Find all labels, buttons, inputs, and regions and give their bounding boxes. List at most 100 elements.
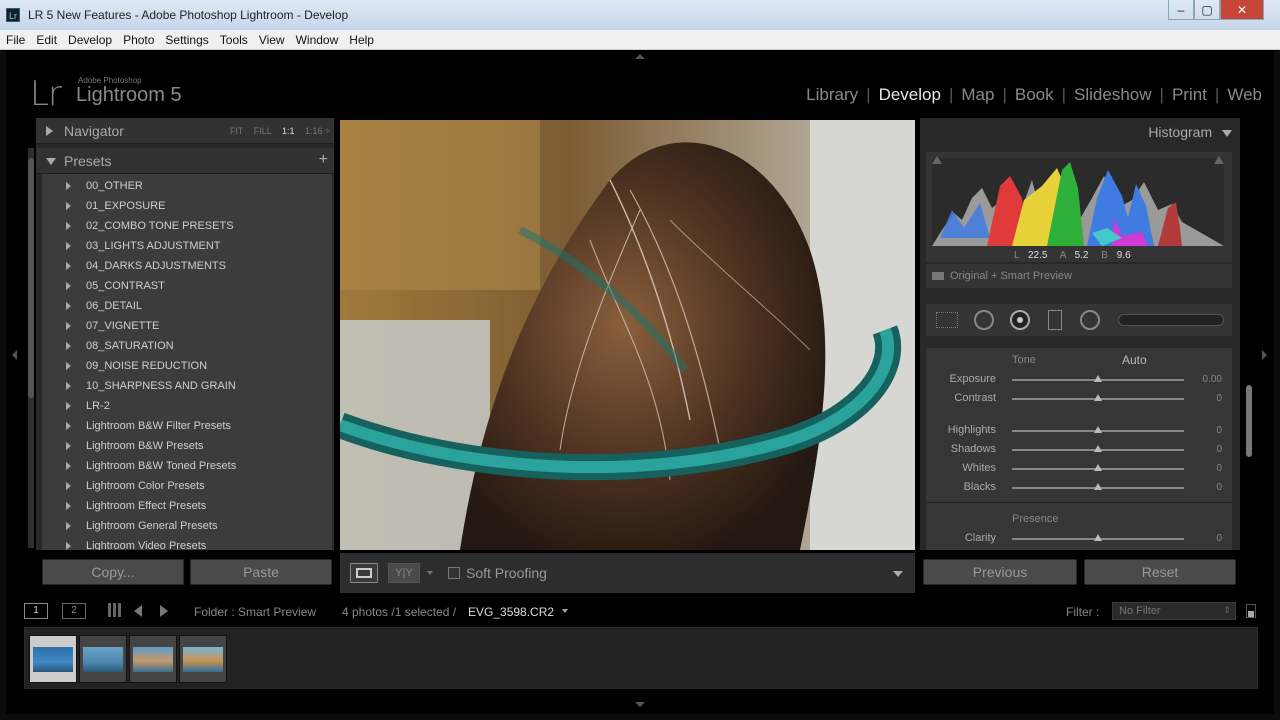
grid-view-icon[interactable] <box>108 603 122 617</box>
contrast-slider-knob[interactable] <box>1094 394 1102 401</box>
minimize-button[interactable]: – <box>1168 0 1194 20</box>
folder-source[interactable]: Folder : Smart Preview <box>194 605 316 619</box>
spot-removal-icon[interactable] <box>974 310 994 330</box>
preset-folder[interactable]: 06_DETAIL <box>42 296 332 316</box>
module-slideshow[interactable]: Slideshow <box>1066 85 1160 105</box>
graduated-filter-icon[interactable] <box>1048 310 1062 330</box>
preset-folder[interactable]: 03_LIGHTS ADJUSTMENT <box>42 236 332 256</box>
highlights-slider-knob[interactable] <box>1094 426 1102 433</box>
right-panel-toggle-icon[interactable] <box>1262 350 1267 360</box>
module-develop[interactable]: Develop <box>871 85 949 105</box>
filename-dropdown-icon[interactable] <box>562 609 568 613</box>
filmstrip-thumbnail[interactable] <box>79 635 127 683</box>
menu-photo[interactable]: Photo <box>117 30 159 47</box>
highlight-clipping-icon[interactable] <box>1214 156 1224 164</box>
presets-header[interactable]: Presets + <box>36 148 334 174</box>
menu-view[interactable]: View <box>253 30 290 47</box>
contrast-value[interactable]: 0 <box>1182 393 1222 404</box>
histogram-graph[interactable] <box>932 158 1224 246</box>
preset-folder[interactable]: 08_SATURATION <box>42 336 332 356</box>
menu-edit[interactable]: Edit <box>30 30 62 47</box>
preset-folder[interactable]: 04_DARKS ADJUSTMENTS <box>42 256 332 276</box>
back-arrow-icon[interactable] <box>134 605 142 617</box>
right-panel-scrollbar[interactable] <box>1246 385 1252 457</box>
filmstrip-thumbnail[interactable] <box>129 635 177 683</box>
histogram-header[interactable]: Histogram <box>1148 124 1232 140</box>
module-map[interactable]: Map <box>953 85 1002 105</box>
preset-folder[interactable]: Lightroom B&W Toned Presets <box>42 456 332 476</box>
preset-folder[interactable]: Lightroom B&W Presets <box>42 436 332 456</box>
main-photo-view[interactable] <box>340 120 915 550</box>
preset-folder[interactable]: Lightroom Color Presets <box>42 476 332 496</box>
adjustment-brush-icon[interactable] <box>1118 314 1224 326</box>
view-dropdown-icon[interactable] <box>427 571 433 575</box>
paste-settings-button[interactable]: Paste <box>190 559 332 585</box>
menu-develop[interactable]: Develop <box>62 30 117 47</box>
menu-file[interactable]: File <box>0 30 30 47</box>
preset-folder[interactable]: LR-2 <box>42 396 332 416</box>
secondary-window-button[interactable]: 2 <box>62 603 86 619</box>
top-panel-toggle-icon[interactable] <box>635 54 645 59</box>
filmstrip-thumbnail[interactable] <box>179 635 227 683</box>
preset-folder[interactable]: 00_OTHER <box>42 176 332 196</box>
module-book[interactable]: Book <box>1007 85 1062 105</box>
forward-arrow-icon[interactable] <box>160 605 168 617</box>
zoom-fill[interactable]: FILL <box>254 126 272 136</box>
left-scroll-thumb[interactable] <box>28 158 34 398</box>
module-web[interactable]: Web <box>1219 85 1270 105</box>
preset-folder[interactable]: 09_NOISE REDUCTION <box>42 356 332 376</box>
blacks-slider-knob[interactable] <box>1094 483 1102 490</box>
copy-settings-button[interactable]: Copy... <box>42 559 184 585</box>
menu-window[interactable]: Window <box>290 30 344 47</box>
radial-filter-icon[interactable] <box>1080 310 1100 330</box>
whites-value[interactable]: 0 <box>1182 463 1222 474</box>
whites-slider-knob[interactable] <box>1094 464 1102 471</box>
auto-tone-button[interactable]: Auto <box>1122 353 1147 367</box>
loupe-view-icon[interactable] <box>350 563 378 583</box>
exposure-value[interactable]: 0.00 <box>1182 374 1222 385</box>
close-button[interactable]: ✕ <box>1220 0 1264 20</box>
preset-folder[interactable]: 07_VIGNETTE <box>42 316 332 336</box>
main-window-button[interactable]: 1 <box>24 603 48 619</box>
preset-folder[interactable]: Lightroom B&W Filter Presets <box>42 416 332 436</box>
menu-settings[interactable]: Settings <box>159 30 213 47</box>
reset-button[interactable]: Reset <box>1084 559 1236 585</box>
highlights-value[interactable]: 0 <box>1182 425 1222 436</box>
preset-folder[interactable]: 01_EXPOSURE <box>42 196 332 216</box>
soft-proofing-checkbox[interactable] <box>448 567 460 579</box>
shadows-value[interactable]: 0 <box>1182 444 1222 455</box>
filter-lock-icon[interactable] <box>1246 604 1256 618</box>
preset-folder[interactable]: Lightroom Video Presets <box>42 536 332 550</box>
clarity-slider-knob[interactable] <box>1094 534 1102 541</box>
preset-folder[interactable]: Lightroom General Presets <box>42 516 332 536</box>
zoom-fit[interactable]: FIT <box>230 126 243 136</box>
clarity-value[interactable]: 0 <box>1182 533 1222 544</box>
shadow-clipping-icon[interactable] <box>932 156 942 164</box>
crop-overlay-icon[interactable] <box>936 312 958 328</box>
toolbar-options-icon[interactable] <box>893 571 903 577</box>
preset-folder[interactable]: 10_SHARPNESS AND GRAIN <box>42 376 332 396</box>
exposure-slider-knob[interactable] <box>1094 375 1102 382</box>
zoom-custom[interactable]: 1:16 ÷ <box>305 126 330 136</box>
add-preset-icon[interactable]: + <box>319 151 328 169</box>
preset-folder[interactable]: 05_CONTRAST <box>42 276 332 296</box>
filter-select[interactable]: No Filter ⇕ <box>1112 602 1236 620</box>
selected-filename[interactable]: EVG_3598.CR2 <box>468 605 554 619</box>
menu-help[interactable]: Help <box>343 30 379 47</box>
bottom-panel-toggle-icon[interactable] <box>635 702 645 707</box>
left-panel-toggle-icon[interactable] <box>12 350 17 360</box>
shadows-slider-knob[interactable] <box>1094 445 1102 452</box>
preset-folder[interactable]: 02_COMBO TONE PRESETS <box>42 216 332 236</box>
blacks-value[interactable]: 0 <box>1182 482 1222 493</box>
maximize-button[interactable]: ▢ <box>1194 0 1220 20</box>
module-library[interactable]: Library <box>798 85 866 105</box>
zoom-1-1[interactable]: 1:1 <box>282 126 295 136</box>
navigator-header[interactable]: Navigator FIT FILL 1:1 1:16 ÷ <box>36 118 334 144</box>
previous-settings-button[interactable]: Previous <box>923 559 1077 585</box>
module-print[interactable]: Print <box>1164 85 1215 105</box>
left-panel-scrollbar[interactable] <box>28 148 34 548</box>
preset-folder[interactable]: Lightroom Effect Presets <box>42 496 332 516</box>
red-eye-icon[interactable] <box>1010 310 1030 330</box>
menu-tools[interactable]: Tools <box>214 30 253 47</box>
filmstrip-thumbnail[interactable] <box>29 635 77 683</box>
